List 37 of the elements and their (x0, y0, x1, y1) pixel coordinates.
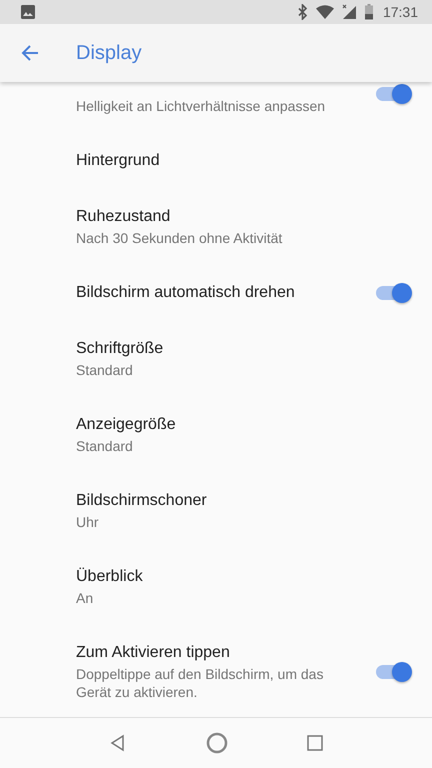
setting-title: Schriftgröße (76, 339, 164, 359)
setting-summary: Uhr (76, 513, 100, 531)
setting-title: Bildschirmschoner (76, 491, 208, 511)
image-icon (20, 4, 36, 20)
toggle-switch[interactable] (376, 665, 410, 679)
clock: 17:31 (382, 4, 418, 20)
settings-item[interactable]: Zum Aktivieren tippen Doppeltippe auf den Bildschirm, um das Gerät zu aktivieren. (0, 625, 432, 717)
settings-item[interactable]: Überblick An (0, 549, 432, 625)
setting-title: Überblick (76, 567, 144, 587)
wifi-icon (316, 4, 334, 20)
toggle-switch[interactable] (376, 286, 410, 300)
bluetooth-icon (296, 4, 309, 20)
settings-item[interactable]: Anzeigegröße Standard (0, 397, 432, 473)
recents-icon[interactable] (306, 735, 323, 751)
setting-summary: Helligkeit an Lichtverhältnisse anpassen (76, 97, 326, 115)
settings-item[interactable]: Bildschirm automatisch drehen (0, 265, 432, 321)
setting-summary: Standard (76, 437, 134, 455)
setting-summary: Standard (76, 361, 134, 379)
signal-icon (340, 4, 357, 20)
toggle-switch[interactable] (376, 87, 410, 101)
back-arrow-icon[interactable] (20, 43, 40, 63)
settings-item[interactable]: Helligkeit an Lichtverhältnisse anpassen (0, 82, 432, 133)
setting-title: Zum Aktivieren tippen (76, 643, 231, 663)
setting-title: Ruhezustand (76, 207, 172, 227)
settings-item[interactable]: Schriftgröße Standard (0, 321, 432, 397)
setting-title: Bildschirm automatisch drehen (76, 283, 296, 303)
screen-title: Display (76, 42, 142, 64)
setting-summary: Nach 30 Sekunden ohne Aktivität (76, 229, 284, 247)
settings-item[interactable]: Hintergrund (0, 133, 432, 189)
setting-summary: An (76, 589, 94, 607)
setting-title: Anzeigegröße (76, 415, 177, 435)
home-icon[interactable] (206, 732, 228, 754)
setting-summary: Doppeltippe auf den Bildschirm, um das Gerät zu aktivieren. (76, 665, 324, 701)
battery-icon (364, 4, 374, 20)
settings-item[interactable]: Ruhezustand Nach 30 Sekunden ohne Aktivität (0, 189, 432, 265)
setting-title: Hintergrund (76, 151, 161, 171)
settings-item[interactable]: Bildschirmschoner Uhr (0, 473, 432, 549)
